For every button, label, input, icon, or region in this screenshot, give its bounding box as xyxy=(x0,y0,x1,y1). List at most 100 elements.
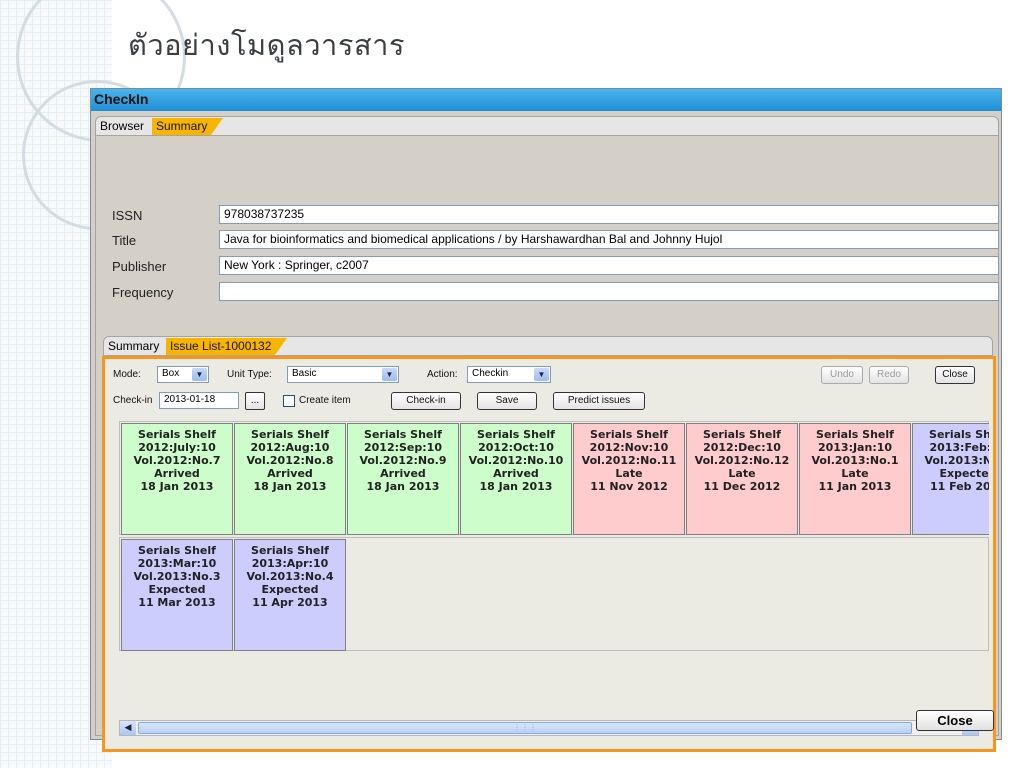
checkin-date-input[interactable]: 2013-01-18 xyxy=(159,392,239,409)
issue-label: 2012:Oct:10 xyxy=(478,441,554,454)
issue-label: Vol.2012:No.12 xyxy=(694,454,790,467)
create-item-checkbox[interactable] xyxy=(283,395,295,407)
issue-row: Serials Shelf 2013:Mar:10 Vol.2013:No.3 Exp… xyxy=(119,537,989,651)
undo-button[interactable]: Undo xyxy=(821,366,863,384)
issue-card-arrived[interactable]: Serials Shelf 2012:Sep:10 Vol.2012:No.9 Arr… xyxy=(347,423,459,535)
issue-label: 2012:Sep:10 xyxy=(364,441,442,454)
unit-type-value: Basic xyxy=(292,368,317,379)
issues-grid: Serials Shelf 2012:July:10 Vol.2012:No.7 Ar… xyxy=(119,421,989,663)
chevron-down-icon: ▼ xyxy=(192,368,207,381)
issue-label: 2013:Jan:10 xyxy=(817,441,893,454)
unit-type-select[interactable]: Basic ▼ xyxy=(287,366,399,383)
checkin-button[interactable]: Check-in xyxy=(391,392,461,410)
checkin-date-label: Check-in xyxy=(113,395,153,406)
chevron-down-icon: ▼ xyxy=(382,368,397,381)
issue-label: 2013:Mar:10 xyxy=(137,557,217,570)
redo-button[interactable]: Redo xyxy=(869,366,909,384)
title-label: Title xyxy=(112,233,137,248)
issue-date: 18 Jan 2013 xyxy=(366,480,440,493)
window-title: CheckIn xyxy=(91,89,1001,111)
issue-label: Serials Shelf xyxy=(816,428,894,441)
issue-row: Serials Shelf 2012:July:10 Vol.2012:No.7 Ar… xyxy=(119,421,989,535)
issue-status: Expected xyxy=(148,583,206,596)
summary-form: ISSN 978038737235 Title Java for bioinfo… xyxy=(95,136,999,752)
top-tab-bar: Browser Summary xyxy=(95,116,999,136)
issue-card-arrived[interactable]: Serials Shelf 2012:July:10 Vol.2012:No.7 Ar… xyxy=(121,423,233,535)
issue-date: 11 Jan 2013 xyxy=(818,480,892,493)
issue-card-arrived[interactable]: Serials Shelf 2012:Aug:10 Vol.2012:No.8 Arr… xyxy=(234,423,346,535)
issue-label: 2012:Aug:10 xyxy=(250,441,330,454)
action-select[interactable]: Checkin ▼ xyxy=(467,366,551,383)
issue-label: Vol.2013:No.2 xyxy=(924,454,989,467)
issue-status: Expected xyxy=(261,583,319,596)
sub-tab-bar: Summary Issue List-1000132 xyxy=(103,336,993,356)
issue-label: Vol.2012:No.10 xyxy=(468,454,564,467)
scroll-left-icon[interactable]: ◀ xyxy=(120,721,136,735)
action-label: Action: xyxy=(427,369,458,380)
checkin-window: CheckIn Browser Summary ISSN 97803873723… xyxy=(90,88,1002,752)
issue-label: 2012:Nov:10 xyxy=(589,441,669,454)
issue-label: Vol.2012:No.9 xyxy=(359,454,447,467)
issue-card-expected[interactable]: Serials Shelf 2013:Mar:10 Vol.2013:No.3 Exp… xyxy=(121,539,233,651)
frequency-label: Frequency xyxy=(112,285,174,300)
issue-status: Arrived xyxy=(154,467,200,480)
issue-status: Expected xyxy=(939,467,989,480)
title-row: Title Java for bioinformatics and biomed… xyxy=(112,230,999,250)
issue-card-late[interactable]: Serials Shelf 2012:Nov:10 Vol.2012:No.11 La… xyxy=(573,423,685,535)
issue-date: 18 Jan 2013 xyxy=(479,480,553,493)
issue-label: Vol.2012:No.7 xyxy=(133,454,221,467)
horizontal-scrollbar[interactable]: ◀ ⋮⋮⋮ ▶ xyxy=(119,720,979,736)
issue-status: Late xyxy=(841,467,869,480)
close-button[interactable]: Close xyxy=(935,366,975,384)
issue-label: Serials Shelf xyxy=(703,428,781,441)
issue-status: Late xyxy=(728,467,756,480)
save-button[interactable]: Save xyxy=(477,392,537,410)
predict-issues-button[interactable]: Predict issues xyxy=(553,392,645,410)
issue-label: Serials Shelf xyxy=(590,428,668,441)
issue-label: Vol.2012:No.8 xyxy=(246,454,334,467)
issue-label: Serials Shelf xyxy=(477,428,555,441)
issue-card-expected[interactable]: Serials Shelf2013:Feb:10Vol.2013:No.2Exp… xyxy=(912,423,989,535)
issue-status: Arrived xyxy=(267,467,313,480)
issue-label: 2013:Feb:10 xyxy=(929,441,989,454)
issue-date: 11 Dec 2012 xyxy=(703,480,781,493)
issue-label: 2012:July:10 xyxy=(138,441,216,454)
issue-card-arrived[interactable]: Serials Shelf 2012:Oct:10 Vol.2012:No.10 Ar… xyxy=(460,423,572,535)
scroll-thumb[interactable]: ⋮⋮⋮ xyxy=(138,722,912,734)
unit-type-label: Unit Type: xyxy=(227,369,272,380)
issue-card-late[interactable]: Serials Shelf 2013:Jan:10 Vol.2013:No.1 Lat… xyxy=(799,423,911,535)
issue-card-expected[interactable]: Serials Shelf 2013:Apr:10 Vol.2013:No.4 Exp… xyxy=(234,539,346,651)
issue-date: 11 Nov 2012 xyxy=(590,480,668,493)
issn-row: ISSN 978038737235 xyxy=(112,205,999,225)
issue-label: Serials Shelf xyxy=(251,428,329,441)
title-field[interactable]: Java for bioinformatics and biomedical a… xyxy=(219,230,999,249)
frequency-field[interactable] xyxy=(219,282,999,301)
issue-status: Arrived xyxy=(493,467,539,480)
tab-issue-list[interactable]: Issue List-1000132 xyxy=(166,338,288,355)
issue-label: 2013:Apr:10 xyxy=(251,557,329,570)
issue-label: 2012:Dec:10 xyxy=(703,441,781,454)
action-value: Checkin xyxy=(472,368,509,379)
publisher-field[interactable]: New York : Springer, c2007 xyxy=(219,256,999,275)
issn-field[interactable]: 978038737235 xyxy=(219,205,999,224)
create-item-label: Create item xyxy=(299,395,351,406)
footer-close-button[interactable]: Close xyxy=(916,710,994,731)
issue-list-panel: Mode: Box ▼ Unit Type: Basic ▼ Action: C… xyxy=(102,356,996,752)
publisher-label: Publisher xyxy=(112,259,167,274)
mode-select[interactable]: Box ▼ xyxy=(157,366,209,383)
issue-label: Vol.2012:No.11 xyxy=(581,454,677,467)
date-picker-button[interactable]: ... xyxy=(245,392,265,410)
issue-date: 11 Apr 2013 xyxy=(252,596,328,609)
issue-status: Arrived xyxy=(380,467,426,480)
issue-label: Vol.2013:No.3 xyxy=(133,570,221,583)
issue-label: Vol.2013:No.1 xyxy=(811,454,899,467)
tab-browser[interactable]: Browser xyxy=(96,118,148,135)
mode-label: Mode: xyxy=(113,369,141,380)
mode-value: Box xyxy=(162,368,180,379)
publisher-row: Publisher New York : Springer, c2007 xyxy=(112,256,999,276)
issue-label: Serials Shelf xyxy=(929,428,989,441)
issue-card-late[interactable]: Serials Shelf 2012:Dec:10 Vol.2012:No.12 La… xyxy=(686,423,798,535)
tab-summary[interactable]: Summary xyxy=(152,118,224,135)
issue-label: Vol.2013:No.4 xyxy=(246,570,334,583)
tab-sub-summary[interactable]: Summary xyxy=(104,338,163,355)
